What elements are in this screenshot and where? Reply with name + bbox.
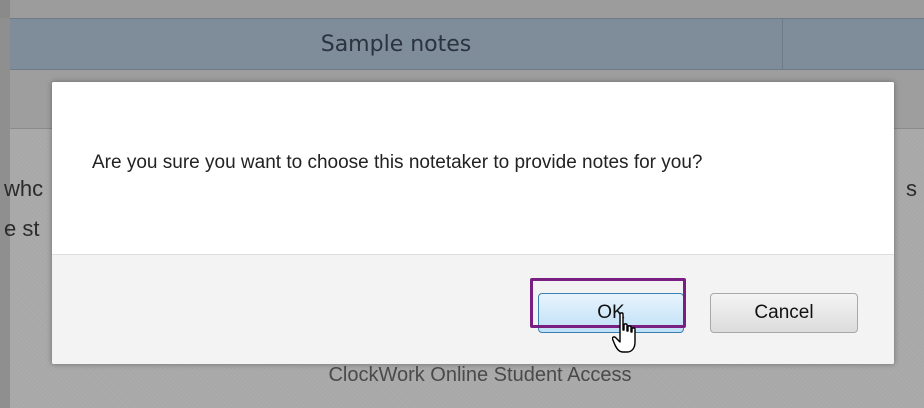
background-text-fragment: whc — [4, 176, 44, 201]
page: Sample notes whc e st s ClockWork Online… — [0, 0, 924, 408]
left-edge — [0, 18, 10, 408]
confirm-dialog: Are you sure you want to choose this not… — [52, 82, 894, 364]
table-header-row: Sample notes — [10, 18, 924, 70]
footer-app-name: ClockWork Online Student Access — [328, 364, 632, 386]
dialog-footer: OK Cancel — [52, 254, 894, 364]
dialog-body: Are you sure you want to choose this not… — [52, 82, 894, 254]
column-divider — [782, 19, 783, 69]
background-text-fragment: s — [906, 176, 917, 201]
cancel-button[interactable]: Cancel — [710, 293, 858, 333]
column-header-sample-notes[interactable]: Sample notes — [10, 19, 782, 69]
dialog-message: Are you sure you want to choose this not… — [92, 152, 703, 173]
top-strip-edge — [0, 0, 10, 18]
top-strip — [0, 0, 924, 18]
hand-pointer-icon — [612, 312, 636, 353]
ok-button[interactable]: OK — [538, 293, 684, 333]
background-text-fragment: e st — [4, 216, 40, 241]
